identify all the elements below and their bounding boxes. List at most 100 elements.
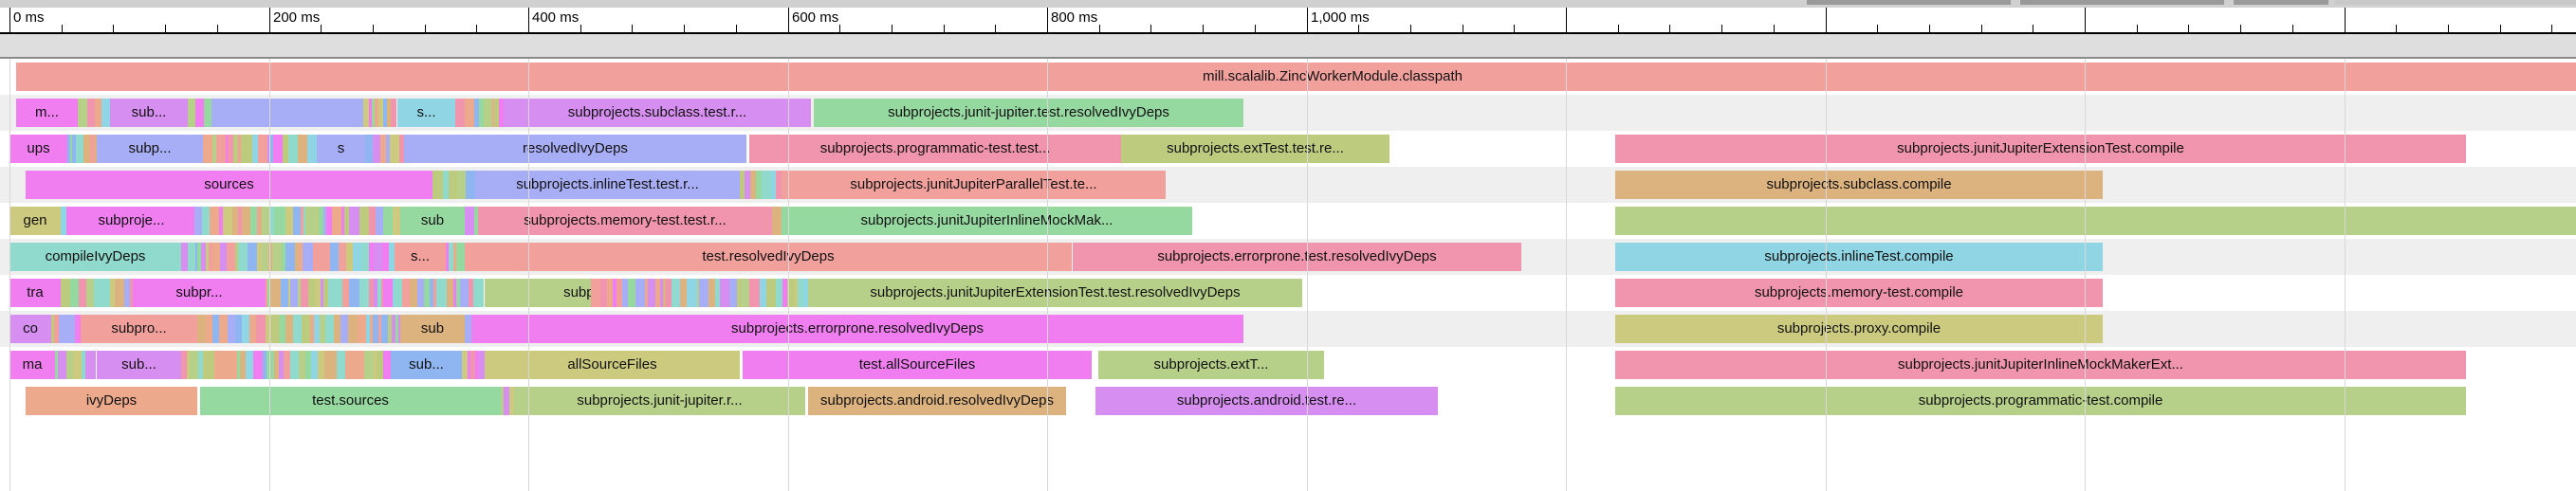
flame-block[interactable]: subproje... <box>68 207 194 235</box>
flame-block[interactable]: resolvedIvyDeps <box>404 135 746 163</box>
flame-block[interactable]: subp... <box>97 135 203 163</box>
flame-block[interactable]: test.allSourceFiles <box>743 351 1092 379</box>
flame-block[interactable]: subprojects.junitJupiterInlineMockMakerE… <box>1615 351 2466 379</box>
flame-block[interactable]: subprojects.subclass.test.r... <box>504 99 811 127</box>
flame-block-thin[interactable] <box>86 279 94 307</box>
flame-block-thin[interactable] <box>214 351 224 379</box>
flame-block-thin[interactable] <box>648 279 655 307</box>
flame-block-thin[interactable] <box>219 315 228 343</box>
flame-block-thin[interactable] <box>212 315 219 343</box>
flame-block-thin[interactable] <box>203 135 212 163</box>
flame-block-thin[interactable] <box>271 315 280 343</box>
flame-block-thin[interactable] <box>393 207 400 235</box>
flame-block-thin[interactable] <box>349 207 359 235</box>
flame-rows[interactable]: mill.scalalib.ZincWorkerModule.classpath… <box>0 59 2576 491</box>
flame-block-thin[interactable] <box>383 351 391 379</box>
flame-block-thin[interactable] <box>346 243 353 271</box>
flame-block-thin[interactable] <box>364 351 374 379</box>
flame-block-thin[interactable] <box>293 207 301 235</box>
flame-row[interactable]: m... sub... s... subprojects.subclass.test.… <box>0 95 2576 131</box>
flame-block[interactable]: subprojects.memory-test.compile <box>1615 279 2103 307</box>
flame-block-thin[interactable] <box>299 351 305 379</box>
flame-block-thin[interactable] <box>75 315 81 343</box>
flame-row[interactable]: compileIvyDeps s... test.resolvedIvyDeps su… <box>0 239 2576 275</box>
flame-block-thin[interactable] <box>382 243 389 271</box>
flame-block-thin[interactable] <box>484 99 492 127</box>
flame-block[interactable]: sub <box>400 315 465 343</box>
flame-block-thin[interactable] <box>85 351 96 379</box>
flame-block-thin[interactable] <box>270 279 281 307</box>
flame-block-thin[interactable] <box>253 351 263 379</box>
flame-block-thin[interactable] <box>267 351 274 379</box>
flame-block-thin[interactable] <box>345 351 355 379</box>
flame-row[interactable]: mill.scalalib.ZincWorkerModule.classpath… <box>0 59 2576 95</box>
flame-block-thin[interactable] <box>262 243 268 271</box>
flame-block-thin[interactable] <box>59 315 68 343</box>
flame-block-thin[interactable] <box>328 279 337 307</box>
flame-block-thin[interactable] <box>591 279 600 307</box>
flame-block[interactable]: sub... <box>97 351 181 379</box>
flame-block-thin[interactable] <box>308 279 315 307</box>
flame-block-thin[interactable] <box>600 279 607 307</box>
flame-block-thin[interactable] <box>246 351 253 379</box>
flame-block-thin[interactable] <box>680 279 687 307</box>
flame-block-thin[interactable] <box>249 315 256 343</box>
flame-block-thin[interactable] <box>210 207 219 235</box>
flame-block-thin[interactable] <box>220 243 227 271</box>
time-ruler[interactable]: 0 ms 200 ms 400 ms 600 ms 800 ms 1,000 ms <box>0 8 2576 34</box>
flame-block[interactable] <box>78 99 87 127</box>
flame-block-thin[interactable] <box>273 135 283 163</box>
flame-block-thin[interactable] <box>376 207 383 235</box>
flame-block-thin[interactable] <box>447 279 453 307</box>
flame-block-thin[interactable] <box>190 351 198 379</box>
flame-block[interactable]: sources <box>26 171 432 199</box>
flame-block-thin[interactable] <box>687 279 697 307</box>
flame-block-thin[interactable] <box>708 279 715 307</box>
flame-block-thin[interactable] <box>281 279 288 307</box>
flame-block-thin[interactable] <box>293 315 302 343</box>
flame-block-thin[interactable] <box>741 279 749 307</box>
flame-block-thin[interactable] <box>395 279 402 307</box>
flame-block-thin[interactable] <box>318 351 324 379</box>
flame-block[interactable]: test.sources <box>200 387 501 415</box>
flame-block-thin[interactable] <box>776 171 782 199</box>
flame-block[interactable]: subprojects.extT... <box>1098 351 1324 379</box>
flame-block[interactable]: ivyDeps <box>26 387 197 415</box>
flame-block-thin[interactable] <box>73 351 82 379</box>
flame-block-thin[interactable] <box>95 135 97 163</box>
flame-block-thin[interactable] <box>313 243 322 271</box>
flame-block-thin[interactable] <box>766 279 776 307</box>
flame-block[interactable]: gen <box>9 207 61 235</box>
flame-block-thin[interactable] <box>83 135 90 163</box>
flame-block-thin[interactable] <box>212 243 220 271</box>
flame-block[interactable]: compileIvyDeps <box>9 243 181 271</box>
flame-row[interactable]: ivyDeps test.sources subprojects.junit-jup… <box>0 383 2576 419</box>
flame-block-thin[interactable] <box>216 135 226 163</box>
flame-block[interactable] <box>212 99 363 127</box>
flame-row[interactable]: gen subproje... sub subprojects.memory-test… <box>0 203 2576 239</box>
flame-block[interactable] <box>95 99 101 127</box>
flame-block-thin[interactable] <box>302 315 310 343</box>
flame-block-thin[interactable] <box>79 279 86 307</box>
flame-block-thin[interactable] <box>398 315 400 343</box>
flame-block-thin[interactable] <box>325 315 334 343</box>
flame-block-thin[interactable] <box>258 135 267 163</box>
flame-block-thin[interactable] <box>228 315 235 343</box>
flame-block-thin[interactable] <box>337 351 345 379</box>
flame-block-thin[interactable] <box>285 243 295 271</box>
flame-block[interactable]: subprojects.inlineTest.compile <box>1615 243 2103 271</box>
flame-block-thin[interactable] <box>202 207 210 235</box>
flame-block-thin[interactable] <box>188 243 195 271</box>
flame-block[interactable]: subpr... <box>133 279 266 307</box>
flame-block-thin[interactable] <box>460 279 469 307</box>
flame-block-thin[interactable] <box>787 279 795 307</box>
flame-block-thin[interactable] <box>248 243 257 271</box>
flame-block-thin[interactable] <box>61 279 70 307</box>
flame-block-thin[interactable] <box>100 279 107 307</box>
flame-block-thin[interactable] <box>432 171 443 199</box>
flame-block-thin[interactable] <box>279 207 285 235</box>
flame-block-thin[interactable] <box>672 279 678 307</box>
flame-block-thin[interactable] <box>115 279 124 307</box>
flame-block[interactable]: subprojects.junitJupiterParallelTest.te.… <box>782 171 1166 199</box>
flame-block[interactable]: compile <box>1615 207 2576 235</box>
